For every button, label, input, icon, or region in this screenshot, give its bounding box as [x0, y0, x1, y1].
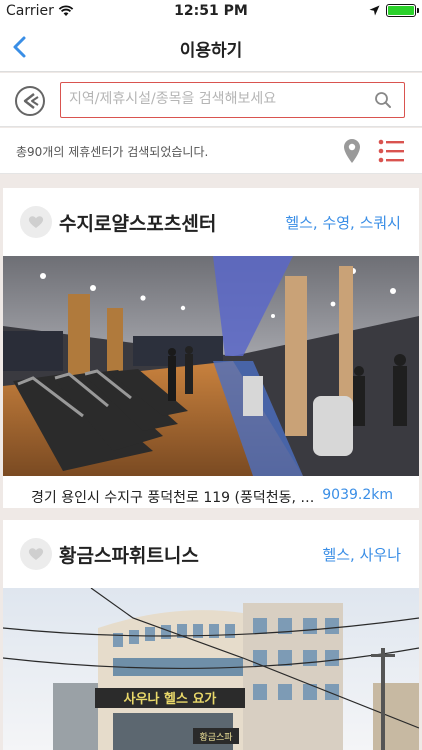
center-photo	[3, 256, 419, 476]
gym-interior-image	[3, 256, 419, 476]
heart-icon	[28, 548, 44, 560]
card-footer: 경기 용인시 수지구 풍덕천로 119 (풍덕천동, 수지프라자) 9039.2…	[3, 476, 419, 516]
search-icon[interactable]	[374, 91, 392, 109]
sign-text-lower: 황금스파	[199, 732, 233, 743]
card-header: 수지로얄스포츠센터 헬스, 수영, 스쿼시	[3, 188, 419, 256]
status-time: 12:51 PM	[174, 3, 248, 19]
center-tags: 헬스, 수영, 스쿼시	[285, 214, 401, 232]
favorite-button[interactable]	[20, 206, 52, 238]
favorite-button[interactable]	[20, 538, 52, 570]
location-arrow-icon	[369, 5, 380, 16]
list-view-icon[interactable]	[378, 138, 404, 164]
center-distance: 9039.2km	[322, 487, 393, 503]
card-header: 황금스파휘트니스 헬스, 사우나	[3, 520, 419, 588]
map-pin-icon[interactable]	[340, 138, 364, 164]
building-exterior-image: 사우나 헬스 요가 황금스파	[3, 588, 419, 750]
center-photo: 사우나 헬스 요가 황금스파	[3, 588, 419, 750]
center-card[interactable]: 황금스파휘트니스 헬스, 사우나 사우나 헬스 요가 황금스파	[3, 520, 419, 750]
sign-text: 사우나 헬스 요가	[124, 691, 217, 707]
center-name: 황금스파휘트니스	[59, 545, 199, 567]
center-card[interactable]: 수지로얄스포츠센터 헬스, 수영, 스쿼시 경기 용인시 수지구 풍덕천로 11…	[3, 188, 419, 508]
search-box	[60, 82, 405, 118]
search-input[interactable]	[61, 83, 361, 115]
center-address: 경기 용인시 수지구 풍덕천로 119 (풍덕천동, 수지프라자)	[31, 490, 315, 506]
search-row	[0, 73, 422, 127]
center-name: 수지로얄스포츠센터	[59, 213, 217, 235]
app-logo-icon[interactable]	[14, 85, 46, 117]
result-count: 총90개의 제휴센터가 검색되었습니다.	[16, 145, 209, 159]
nav-bar: 이용하기	[0, 22, 422, 72]
battery-icon	[386, 4, 419, 17]
result-row: 총90개의 제휴센터가 검색되었습니다.	[0, 128, 422, 174]
status-bar: Carrier 12:51 PM	[0, 0, 422, 22]
page-title: 이용하기	[179, 41, 243, 61]
heart-icon	[28, 216, 44, 228]
center-tags: 헬스, 사우나	[322, 546, 401, 564]
